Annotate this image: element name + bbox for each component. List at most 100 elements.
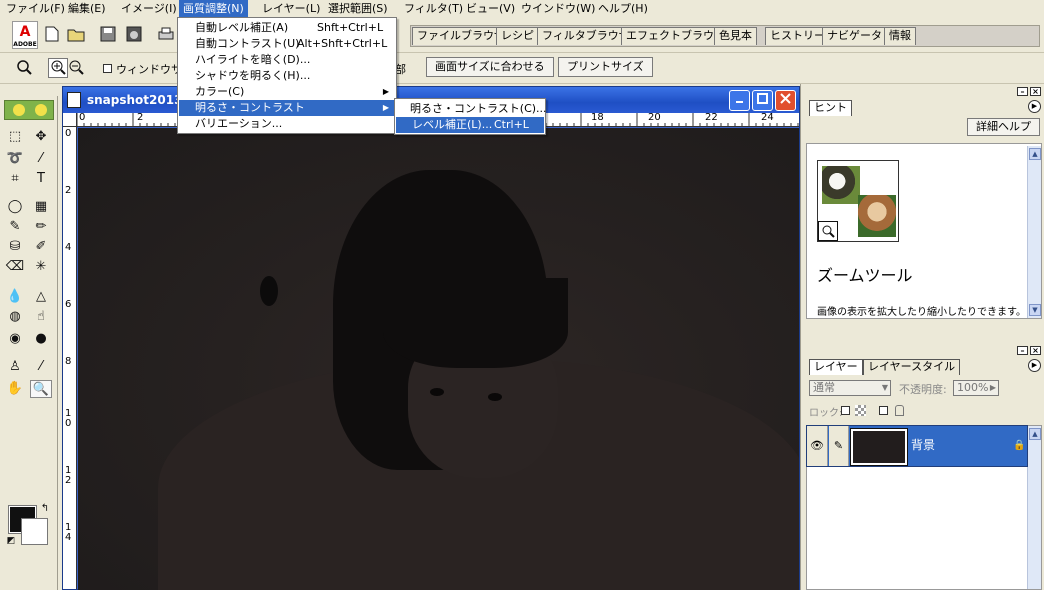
- scroll-down-icon[interactable]: ▼: [1029, 304, 1041, 316]
- layers-scrollbar[interactable]: ▲: [1027, 426, 1041, 589]
- minimize-icon: [735, 101, 743, 103]
- menu-adjust[interactable]: 画質調整(N): [179, 0, 248, 17]
- main-toolbar: A ADOBE ファイルブラウザ レシピ フィルタブラウザ エフェクトブラウザ …: [0, 17, 1044, 53]
- healing-brush-icon[interactable]: ✳: [30, 258, 52, 276]
- layers-scroll-up-icon[interactable]: ▲: [1029, 428, 1041, 440]
- tools-panel: ⬚ ✥ ➰ ⁄ ⌗ T ◯ ▦ ✎ ✏ ⛁ ✐ ⌫ ✳ 💧 △ ◍ ☝ ◉ ● …: [0, 96, 58, 590]
- menu-help[interactable]: ヘルプ(H): [594, 0, 652, 17]
- menu-select[interactable]: 選択範囲(S): [324, 0, 392, 17]
- open-folder-icon[interactable]: [66, 25, 86, 45]
- tab-info[interactable]: 情報: [884, 27, 916, 45]
- menu-item-auto-contrast[interactable]: 自動コントラスト(U) Alt+Shft+Ctrl+L: [179, 36, 395, 52]
- adobe-online-icon[interactable]: [4, 100, 54, 120]
- brush-tool-icon[interactable]: ✎: [4, 218, 26, 236]
- color-replace-icon[interactable]: ✐: [30, 238, 52, 256]
- hint-description: 画像の表示を拡大したり縮小したりできます。: [817, 307, 1026, 318]
- smudge-tool-icon[interactable]: ☝: [30, 308, 52, 326]
- lock-transparency-checkbox[interactable]: [841, 406, 850, 415]
- submenu-item-levels[interactable]: レベル補正(L)... Ctrl+L: [396, 117, 544, 133]
- ruler-label: 2: [65, 185, 72, 196]
- menu-item-lighten-shadows[interactable]: シャドウを明るく(H)...: [179, 68, 395, 84]
- fit-screen-button[interactable]: 画面サイズに合わせる: [426, 57, 554, 77]
- resize-window-checkbox[interactable]: [103, 64, 112, 73]
- sponge-tool-icon[interactable]: ◍: [4, 308, 26, 326]
- scroll-up-icon[interactable]: ▲: [1029, 148, 1041, 160]
- default-colors-icon[interactable]: ◩: [0, 532, 22, 550]
- menu-item-label: 明るさ・コントラスト: [195, 101, 305, 114]
- document-window: snapshot2013 0 2 18 20 22 24 0 2 4 6 8 1…: [62, 86, 800, 590]
- hint-scrollbar[interactable]: ▲ ▼: [1027, 146, 1041, 318]
- tab-navigator[interactable]: ナビゲータ: [822, 27, 887, 45]
- menu-item-darken-highlights[interactable]: ハイライトを暗く(D)...: [179, 52, 395, 68]
- print-size-button[interactable]: プリントサイズ: [558, 57, 653, 77]
- hint-minimize-icon[interactable]: –: [1017, 87, 1028, 96]
- zoom-tool-selected-icon[interactable]: 🔍: [30, 380, 52, 398]
- opacity-input[interactable]: 100% ▶: [953, 380, 999, 396]
- layer-brush-icon[interactable]: ✎: [829, 426, 849, 466]
- menu-window[interactable]: ウインドウ(W): [517, 0, 599, 17]
- tab-recipes[interactable]: レシピ: [496, 27, 539, 45]
- zoom-tool-icon[interactable]: [14, 58, 34, 78]
- new-file-icon[interactable]: [42, 25, 62, 45]
- close-button[interactable]: [775, 90, 796, 111]
- eraser-tool-icon[interactable]: ⌫: [4, 258, 26, 276]
- shape-tool-icon[interactable]: ◯: [4, 198, 26, 216]
- layers-menu-arrow-icon[interactable]: ▶: [1028, 359, 1041, 372]
- paint-bucket-icon[interactable]: ⛁: [4, 238, 26, 256]
- menu-view[interactable]: ビュー(V): [462, 0, 519, 17]
- marquee-tool-icon[interactable]: ⬚: [4, 128, 26, 146]
- tab-layer-styles[interactable]: レイヤースタイル: [863, 359, 961, 375]
- magic-wand-icon[interactable]: ⁄: [30, 150, 52, 168]
- red-eye-tool-icon[interactable]: ◉: [4, 330, 26, 348]
- minimize-button[interactable]: [729, 90, 750, 111]
- hand-tool-icon[interactable]: ✋: [4, 380, 26, 398]
- background-color-swatch[interactable]: [21, 518, 48, 545]
- zoom-out-icon[interactable]: [66, 58, 86, 78]
- crop-tool-icon[interactable]: ⌗: [4, 170, 26, 188]
- sharpen-tool-icon[interactable]: △: [30, 288, 52, 306]
- burn-tool-icon[interactable]: ●: [30, 330, 52, 348]
- menu-file[interactable]: ファイル(F): [2, 0, 69, 17]
- blend-mode-select[interactable]: 通常 ▼: [809, 380, 891, 396]
- layer-visibility-eye-icon[interactable]: 👁: [807, 426, 828, 466]
- hint-menu-arrow-icon[interactable]: ▶: [1028, 100, 1041, 113]
- gradient-tool-icon[interactable]: ▦: [30, 198, 52, 216]
- layers-minimize-icon[interactable]: –: [1017, 346, 1028, 355]
- maximize-button[interactable]: [752, 90, 773, 111]
- lock-all-checkbox[interactable]: [879, 406, 888, 415]
- print-icon[interactable]: [156, 25, 176, 45]
- pencil-tool-icon[interactable]: ✏: [30, 218, 52, 236]
- menu-item-auto-levels[interactable]: 自動レベル補正(A) Shft+Ctrl+L: [179, 20, 395, 36]
- swap-colors-icon[interactable]: ↰: [34, 500, 56, 518]
- hint-title: ズームツール: [817, 266, 913, 285]
- tab-hints[interactable]: ヒント: [809, 100, 852, 116]
- menu-edit[interactable]: 編集(E): [64, 0, 110, 17]
- detail-help-button[interactable]: 詳細ヘルプ: [967, 118, 1040, 136]
- save-icon[interactable]: [98, 25, 118, 45]
- blur-tool-icon[interactable]: 💧: [4, 288, 26, 306]
- layers-close-icon[interactable]: ×: [1030, 346, 1041, 355]
- tab-swatches[interactable]: 色見本: [714, 27, 757, 45]
- menu-item-brightness-contrast[interactable]: 明るさ・コントラスト ▶: [179, 100, 395, 116]
- menu-item-variations[interactable]: バリエーション...: [179, 116, 395, 132]
- hint-close-icon[interactable]: ×: [1030, 87, 1041, 96]
- lasso-tool-icon[interactable]: ➰: [4, 150, 26, 168]
- ruler-vertical[interactable]: 0 2 4 6 8 1 0 1 2 1 4: [63, 127, 77, 589]
- type-tool-icon[interactable]: T: [30, 170, 52, 188]
- eyedropper-icon[interactable]: ⁄: [30, 358, 52, 376]
- menu-image[interactable]: イメージ(I): [117, 0, 181, 17]
- move-tool-icon[interactable]: ✥: [30, 128, 52, 146]
- menu-item-color[interactable]: カラー(C) ▶: [179, 84, 395, 100]
- menu-filter[interactable]: フィルタ(T): [400, 0, 467, 17]
- clone-stamp-icon[interactable]: ♙: [4, 358, 26, 376]
- menu-layer[interactable]: レイヤー(L): [258, 0, 324, 17]
- image-canvas[interactable]: [78, 128, 799, 590]
- save-web-icon[interactable]: [124, 25, 144, 45]
- submenu-item-brightness-contrast[interactable]: 明るさ・コントラスト(C)...: [396, 101, 547, 117]
- tab-layers[interactable]: レイヤー: [809, 359, 863, 375]
- tab-history[interactable]: ヒストリー: [765, 27, 830, 45]
- layer-row-background[interactable]: 👁 ✎ 背景 🔒: [806, 425, 1028, 467]
- adobe-logo[interactable]: A ADOBE: [12, 21, 38, 49]
- zoom-in-icon[interactable]: [48, 58, 68, 78]
- photo-background-object: [260, 276, 278, 306]
